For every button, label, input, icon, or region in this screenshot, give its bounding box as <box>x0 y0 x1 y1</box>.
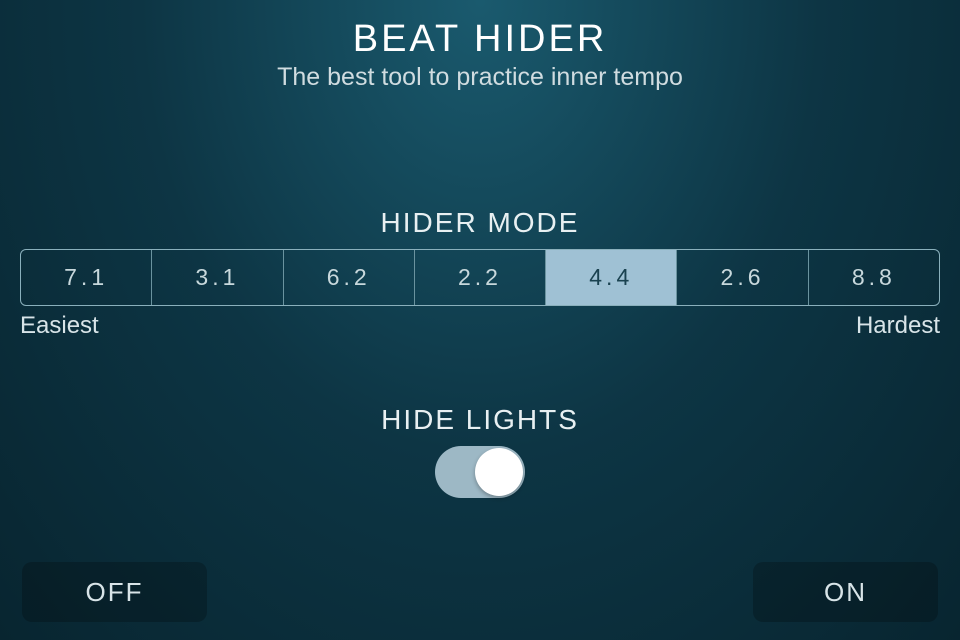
page-title: BEAT HIDER <box>0 18 960 61</box>
hardest-label: Hardest <box>856 312 940 340</box>
hider-mode-hints: Easiest Hardest <box>20 312 940 340</box>
hide-lights-toggle[interactable] <box>435 446 525 498</box>
hide-lights-label: HIDE LIGHTS <box>0 404 960 436</box>
header: BEAT HIDER The best tool to practice inn… <box>0 0 960 92</box>
hider-mode-option-2[interactable]: 6.2 <box>284 250 415 305</box>
toggle-knob <box>475 448 523 496</box>
hider-mode-option-6[interactable]: 8.8 <box>809 250 939 305</box>
page-subtitle: The best tool to practice inner tempo <box>0 63 960 92</box>
off-button[interactable]: OFF <box>22 562 207 622</box>
hider-mode-section: HIDER MODE 7.1 3.1 6.2 2.2 4.4 2.6 8.8 E… <box>0 207 960 340</box>
hider-mode-option-1[interactable]: 3.1 <box>152 250 283 305</box>
on-button[interactable]: ON <box>753 562 938 622</box>
hider-mode-option-0[interactable]: 7.1 <box>21 250 152 305</box>
hider-mode-segmented-control: 7.1 3.1 6.2 2.2 4.4 2.6 8.8 <box>20 249 940 306</box>
hider-mode-option-3[interactable]: 2.2 <box>415 250 546 305</box>
hider-mode-option-5[interactable]: 2.6 <box>677 250 808 305</box>
easiest-label: Easiest <box>20 312 99 340</box>
bottom-buttons: OFF ON <box>0 562 960 622</box>
hider-mode-option-4[interactable]: 4.4 <box>546 250 677 305</box>
hide-lights-section: HIDE LIGHTS <box>0 404 960 498</box>
hider-mode-label: HIDER MODE <box>0 207 960 239</box>
